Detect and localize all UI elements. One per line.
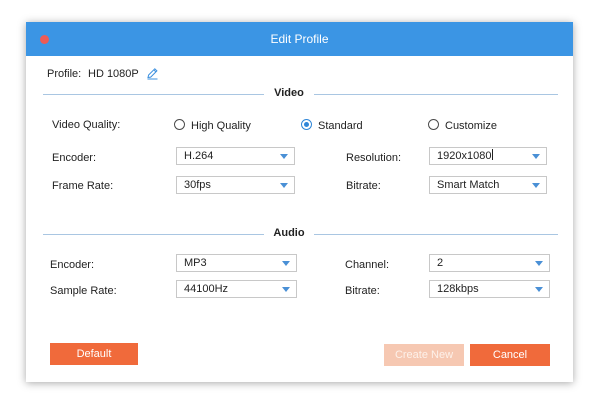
radio-customize-label[interactable]: Customize — [445, 120, 497, 132]
frame-rate-select[interactable]: 30fps — [176, 176, 295, 194]
radio-high-quality-label[interactable]: High Quality — [191, 120, 251, 132]
audio-bitrate-label: Bitrate: — [345, 285, 380, 297]
radio-standard[interactable] — [301, 119, 312, 130]
audio-divider-right — [314, 234, 558, 235]
chevron-down-icon — [532, 154, 540, 159]
video-bitrate-value: Smart Match — [437, 179, 500, 191]
audio-encoder-value: MP3 — [184, 257, 207, 269]
audio-divider-left — [43, 234, 264, 235]
sample-rate-value: 44100Hz — [184, 283, 229, 295]
video-encoder-label: Encoder: — [52, 152, 97, 164]
video-divider-left — [43, 94, 264, 95]
video-quality-label: Video Quality: — [52, 119, 121, 131]
video-bitrate-label: Bitrate: — [346, 180, 381, 192]
chevron-down-icon — [535, 287, 543, 292]
video-divider-right — [314, 94, 558, 95]
radio-customize[interactable] — [428, 119, 439, 130]
chevron-down-icon — [280, 183, 288, 188]
pencil-icon[interactable] — [146, 67, 159, 80]
profile-label: Profile: — [47, 68, 82, 80]
chevron-down-icon — [282, 261, 290, 266]
resolution-select[interactable]: 1920x1080 — [429, 147, 547, 165]
audio-section-title: Audio — [273, 227, 305, 239]
edit-profile-dialog: Edit Profile Profile: HD 1080P Video Vid… — [26, 22, 573, 382]
frame-rate-label: Frame Rate: — [52, 180, 114, 192]
video-section-title: Video — [274, 87, 304, 99]
radio-standard-label[interactable]: Standard — [318, 120, 363, 132]
text-cursor — [492, 149, 494, 160]
frame-rate-value: 30fps — [184, 179, 211, 191]
cancel-button[interactable]: Cancel — [470, 344, 550, 366]
audio-encoder-label: Encoder: — [50, 259, 95, 271]
resolution-label: Resolution: — [346, 152, 402, 164]
channel-select[interactable]: 2 — [429, 254, 550, 272]
audio-bitrate-value: 128kbps — [437, 283, 479, 295]
video-bitrate-select[interactable]: Smart Match — [429, 176, 547, 194]
chevron-down-icon — [280, 154, 288, 159]
video-encoder-value: H.264 — [184, 150, 214, 162]
chevron-down-icon — [282, 287, 290, 292]
default-button[interactable]: Default — [50, 343, 138, 365]
audio-encoder-select[interactable]: MP3 — [176, 254, 297, 272]
channel-value: 2 — [437, 257, 444, 269]
channel-label: Channel: — [345, 259, 390, 271]
chevron-down-icon — [532, 183, 540, 188]
create-new-button[interactable]: Create New — [384, 344, 464, 366]
resolution-value: 1920x1080 — [437, 150, 492, 162]
window-title: Edit Profile — [270, 32, 329, 46]
radio-high-quality[interactable] — [174, 119, 185, 130]
video-encoder-select[interactable]: H.264 — [176, 147, 295, 165]
audio-bitrate-select[interactable]: 128kbps — [429, 280, 550, 298]
sample-rate-select[interactable]: 44100Hz — [176, 280, 297, 298]
sample-rate-label: Sample Rate: — [50, 285, 117, 297]
title-bar: Edit Profile — [26, 22, 573, 56]
chevron-down-icon — [535, 261, 543, 266]
profile-name: HD 1080P — [88, 68, 139, 80]
